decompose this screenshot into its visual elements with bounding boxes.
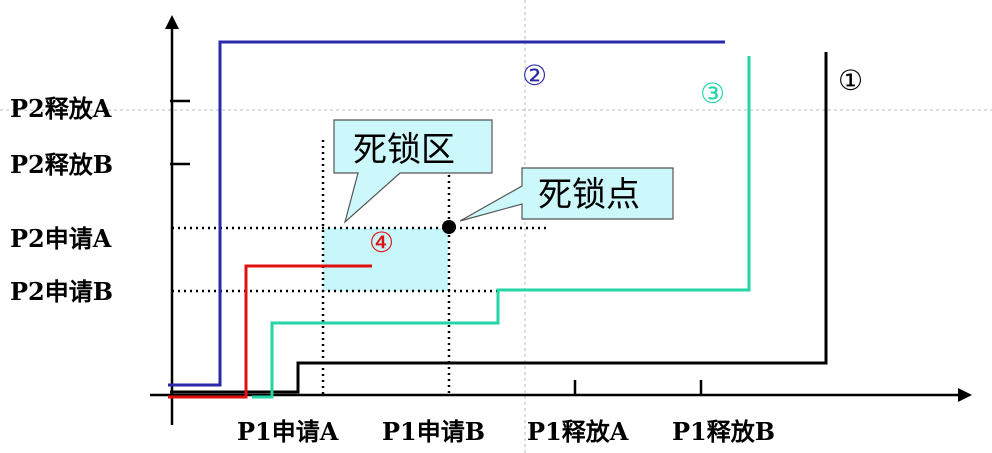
- x-label-p1-release-a: P1释放A: [527, 417, 629, 446]
- y-label-p2-release-b: P2释放B: [10, 150, 113, 179]
- y-label-p2-release-a: P2释放A: [10, 94, 112, 123]
- y-label-p2-request-a: P2申请A: [10, 224, 112, 253]
- progress-diagram: 死锁区 死锁点 ① ② ③ ④ P2释放A P2释放B P2申请A P2申请B …: [0, 0, 992, 453]
- path-4-label: ④: [369, 226, 394, 259]
- path-3-label: ③: [700, 77, 725, 110]
- y-label-p2-request-b: P2申请B: [10, 277, 113, 306]
- path-1-line: [170, 52, 828, 394]
- deadlock-point-marker: [442, 220, 456, 234]
- callout-deadlock-point-text: 死锁点: [538, 175, 640, 215]
- x-label-p1-request-a: P1申请A: [237, 417, 339, 446]
- path-3-line: [252, 56, 751, 399]
- callout-deadlock-region-text: 死锁区: [353, 130, 455, 170]
- x-label-p1-request-b: P1申请B: [382, 417, 485, 446]
- path-1-label: ①: [838, 64, 863, 97]
- path-2-label: ②: [522, 59, 547, 92]
- x-label-p1-release-b: P1释放B: [672, 417, 775, 446]
- diagram-canvas: 死锁区 死锁点 ① ② ③ ④ P2释放A P2释放B P2申请A P2申请B …: [0, 0, 992, 453]
